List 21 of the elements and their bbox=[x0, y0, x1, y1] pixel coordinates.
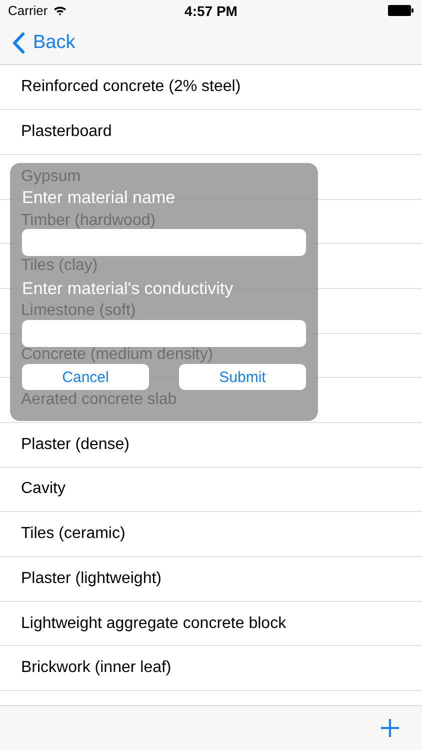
material-row[interactable]: Lightweight aggregate concrete block bbox=[21, 614, 286, 633]
carrier-label: Carrier bbox=[8, 3, 48, 18]
field-label: Enter material name bbox=[22, 188, 176, 208]
material-row[interactable]: Cavity bbox=[21, 480, 66, 498]
material-row[interactable]: Plaster (dense) bbox=[21, 436, 130, 454]
input-field[interactable] bbox=[22, 229, 306, 256]
input-field[interactable] bbox=[22, 320, 306, 348]
chevron-icon bbox=[12, 32, 25, 54]
material-row[interactable]: Reinforced concrete (2% steel) bbox=[21, 78, 241, 96]
battery-icon bbox=[388, 5, 414, 16]
field-label: Enter material's conductivity bbox=[22, 279, 234, 300]
material-row[interactable]: Plaster (lightweight) bbox=[21, 570, 162, 588]
material-row[interactable]: Brickwork (inner leaf) bbox=[21, 659, 172, 678]
add-icon[interactable] bbox=[380, 718, 400, 738]
back-button[interactable]: Back bbox=[0, 32, 76, 54]
time-label: 4:57 PM bbox=[184, 2, 238, 19]
material-row[interactable]: Plasterboard bbox=[21, 122, 112, 141]
wifi-icon bbox=[52, 5, 67, 16]
cancel-button[interactable]: Cancel bbox=[22, 364, 149, 390]
material-row[interactable]: Tiles (ceramic) bbox=[21, 525, 126, 544]
submit-button[interactable]: Submit bbox=[179, 364, 306, 390]
